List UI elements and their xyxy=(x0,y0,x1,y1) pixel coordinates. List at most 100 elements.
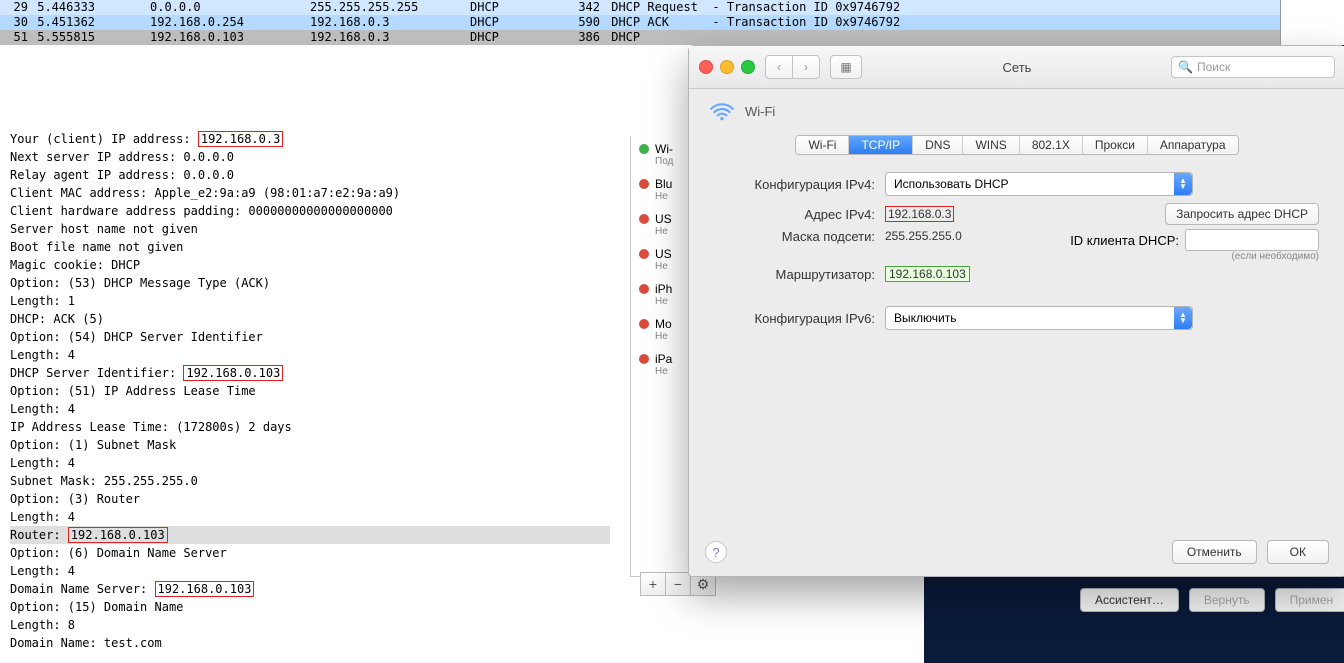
sidebar-item-label: iPh xyxy=(655,282,672,296)
sidebar-item-label: Blu xyxy=(655,177,672,191)
search-placeholder: Поиск xyxy=(1197,60,1230,74)
router-label: Маршрутизатор: xyxy=(715,267,875,282)
sidebar-item[interactable]: Blu xyxy=(631,171,691,193)
close-window-button[interactable] xyxy=(699,60,713,74)
search-field[interactable]: 🔍 Поиск xyxy=(1171,56,1335,78)
packet-details-pane[interactable]: Your (client) IP address: 192.168.0.3 Ne… xyxy=(0,130,630,660)
packet-list[interactable]: 29 5.4463330.0.0.0255.255.255.255DHCP342… xyxy=(0,0,1281,45)
dhcp-client-id-input[interactable] xyxy=(1185,229,1319,251)
ipv4-config-select[interactable]: Использовать DHCP ▲▼ xyxy=(885,172,1193,196)
ipv6-config-select[interactable]: Выключить ▲▼ xyxy=(885,306,1193,330)
detail-line: Next server IP address: 0.0.0.0 xyxy=(10,148,630,166)
tab-[interactable]: Аппаратура xyxy=(1148,136,1238,154)
window-title: Сеть xyxy=(1003,60,1032,75)
sidebar-item-label: Wi- xyxy=(655,142,673,156)
detail-line: Relay agent IP address: 0.0.0.0 xyxy=(10,166,630,184)
subnet-mask-value: 255.255.255.0 xyxy=(885,229,962,243)
status-dot-icon xyxy=(639,284,649,294)
window-traffic-lights xyxy=(699,60,755,74)
wifi-icon xyxy=(709,101,735,121)
sidebar-item[interactable]: US xyxy=(631,241,691,263)
sidebar-item[interactable]: iPa xyxy=(631,346,691,368)
sidebar-item-label: US xyxy=(655,247,672,261)
add-interface-button[interactable]: + xyxy=(640,572,666,596)
updown-icon: ▲▼ xyxy=(1174,307,1192,329)
detail-line: Server host name not given xyxy=(10,220,630,238)
grid-icon: ▦ xyxy=(840,60,851,74)
detail-line: Boot file name not given xyxy=(10,238,630,256)
ipv4-address-label: Адрес IPv4: xyxy=(715,207,875,222)
tab-wifi[interactable]: Wi-Fi xyxy=(796,136,849,154)
dhcp-server-id-value: 192.168.0.103 xyxy=(183,365,283,381)
revert-button[interactable]: Вернуть xyxy=(1189,588,1265,612)
nav-forward-button[interactable]: › xyxy=(793,55,820,79)
status-dot-icon xyxy=(639,354,649,364)
network-interfaces-sidebar[interactable]: Wi-ПодBluНеUSНеUSНеiPhНеMoНеiPaНе xyxy=(630,136,691,577)
sidebar-item-sub: Не xyxy=(631,261,691,272)
dhcp-client-id-hint: (если необходимо) xyxy=(1231,251,1319,262)
detail-line: IP Address Lease Time: (172800s) 2 days xyxy=(10,418,630,436)
packet-row[interactable]: 30 5.451362192.168.0.254192.168.0.3DHCP5… xyxy=(0,15,1280,30)
ipv6-config-label: Конфигурация IPv6: xyxy=(715,311,875,326)
detail-line: Option: (54) DHCP Server Identifier xyxy=(10,328,630,346)
status-dot-icon xyxy=(639,214,649,224)
help-button[interactable]: ? xyxy=(705,541,727,563)
sidebar-item-sub: Не xyxy=(631,226,691,237)
detail-line: Option: (6) Domain Name Server xyxy=(10,544,630,562)
detail-line: Length: 4 xyxy=(10,400,630,418)
network-advanced-sheet: ‹ › ▦ Сеть 🔍 Поиск Wi-Fi Wi-FiTCP/IPDNSW… xyxy=(688,45,1344,577)
detail-line: Option: (15) Domain Name xyxy=(10,598,630,616)
assistant-button[interactable]: Ассистент… xyxy=(1080,588,1179,612)
ok-button[interactable]: ОК xyxy=(1267,540,1329,564)
detail-line: Length: 8 xyxy=(10,616,630,634)
tab-8021x[interactable]: 802.1X xyxy=(1020,136,1083,154)
ipv4-config-label: Конфигурация IPv4: xyxy=(715,177,875,192)
apply-button[interactable]: Примен xyxy=(1275,588,1344,612)
subnet-mask-label: Маска подсети: xyxy=(715,229,875,244)
detail-line: Length: 4 xyxy=(10,562,630,580)
detail-line: Domain Name: test.com xyxy=(10,634,630,652)
sidebar-item-label: US xyxy=(655,212,672,226)
detail-line: Option: (3) Router xyxy=(10,490,630,508)
window-titlebar: ‹ › ▦ Сеть 🔍 Поиск xyxy=(689,46,1344,89)
sidebar-item[interactable]: iPh xyxy=(631,276,691,298)
zoom-window-button[interactable] xyxy=(741,60,755,74)
tab-dns[interactable]: DNS xyxy=(913,136,963,154)
detail-line: Subnet Mask: 255.255.255.0 xyxy=(10,472,630,490)
remove-interface-button[interactable]: − xyxy=(666,572,691,596)
sidebar-item[interactable]: Mo xyxy=(631,311,691,333)
sidebar-item-sub: Не xyxy=(631,331,691,342)
detail-line: Length: 4 xyxy=(10,346,630,364)
cancel-button[interactable]: Отменить xyxy=(1172,540,1257,564)
renew-dhcp-button[interactable]: Запросить адрес DHCP xyxy=(1165,203,1319,225)
detail-line-selected: Router: xyxy=(10,528,68,542)
detail-line: Magic cookie: DHCP xyxy=(10,256,630,274)
dns-option-value: 192.168.0.103 xyxy=(155,581,255,597)
detail-line: Domain Name Server: xyxy=(10,582,155,596)
sidebar-item-label: Mo xyxy=(655,317,672,331)
advanced-tabs: Wi-FiTCP/IPDNSWINS802.1XПроксиАппаратура xyxy=(795,135,1238,155)
tab-tcpip[interactable]: TCP/IP xyxy=(849,136,913,154)
packet-row[interactable]: 51 5.555815192.168.0.103192.168.0.3DHCP3… xyxy=(0,30,1280,45)
interface-name: Wi-Fi xyxy=(745,104,775,119)
sidebar-item[interactable]: US xyxy=(631,206,691,228)
search-icon: 🔍 xyxy=(1178,60,1193,74)
ipv4-config-value: Использовать DHCP xyxy=(894,177,1009,191)
status-dot-icon xyxy=(639,319,649,329)
status-dot-icon xyxy=(639,179,649,189)
tab-[interactable]: Прокси xyxy=(1083,136,1148,154)
detail-line: DHCP Server Identifier: xyxy=(10,366,183,380)
sidebar-item[interactable]: Wi- xyxy=(631,136,691,158)
ipv4-address-value: 192.168.0.3 xyxy=(885,206,954,222)
minimize-window-button[interactable] xyxy=(720,60,734,74)
sidebar-item-sub: Не xyxy=(631,296,691,307)
status-dot-icon xyxy=(639,144,649,154)
sidebar-item-label: iPa xyxy=(655,352,672,366)
detail-line: Option: (1) Subnet Mask xyxy=(10,436,630,454)
nav-back-button[interactable]: ‹ xyxy=(765,55,793,79)
tab-wins[interactable]: WINS xyxy=(963,136,1019,154)
detail-line: Client MAC address: Apple_e2:9a:a9 (98:0… xyxy=(10,184,630,202)
sidebar-item-sub: Под xyxy=(631,156,691,167)
show-all-button[interactable]: ▦ xyxy=(830,55,862,79)
packet-row[interactable]: 29 5.4463330.0.0.0255.255.255.255DHCP342… xyxy=(0,0,1280,15)
